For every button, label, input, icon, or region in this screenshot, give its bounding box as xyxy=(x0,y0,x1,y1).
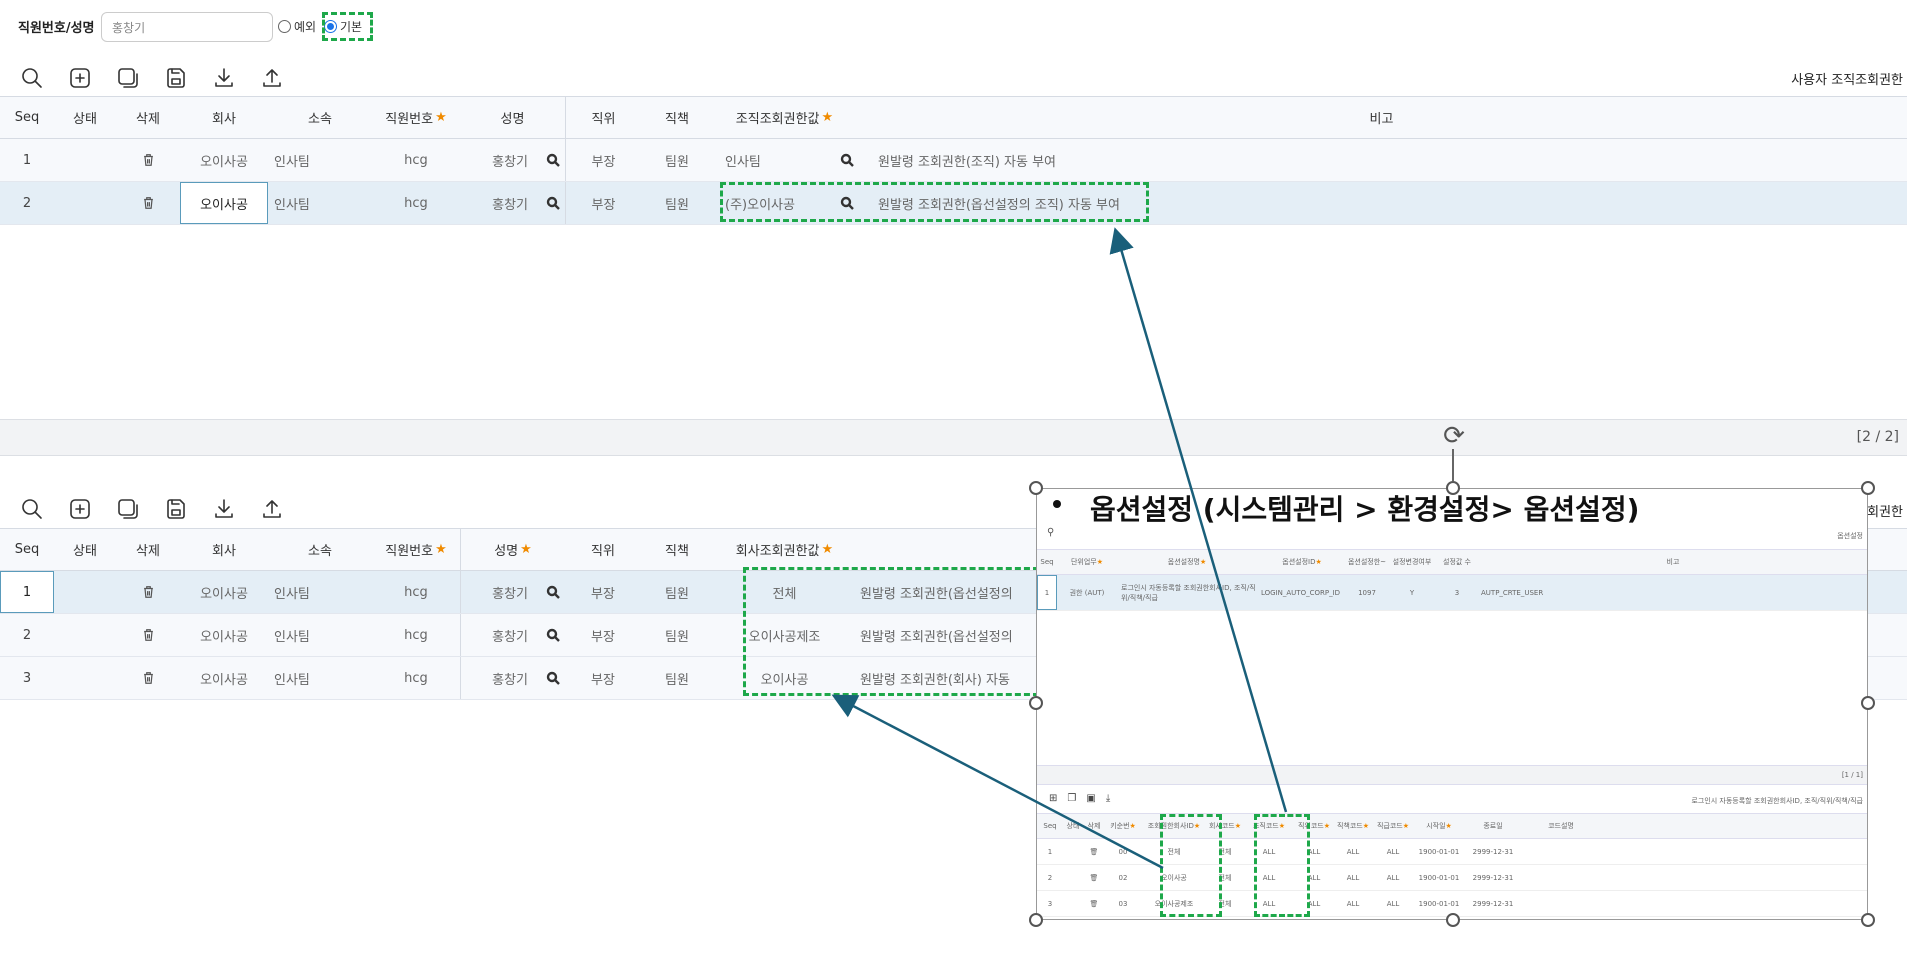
arrow-to-company-value xyxy=(831,694,1164,870)
arrow-to-org-value xyxy=(1109,227,1288,813)
annotation-arrows xyxy=(831,227,1288,870)
